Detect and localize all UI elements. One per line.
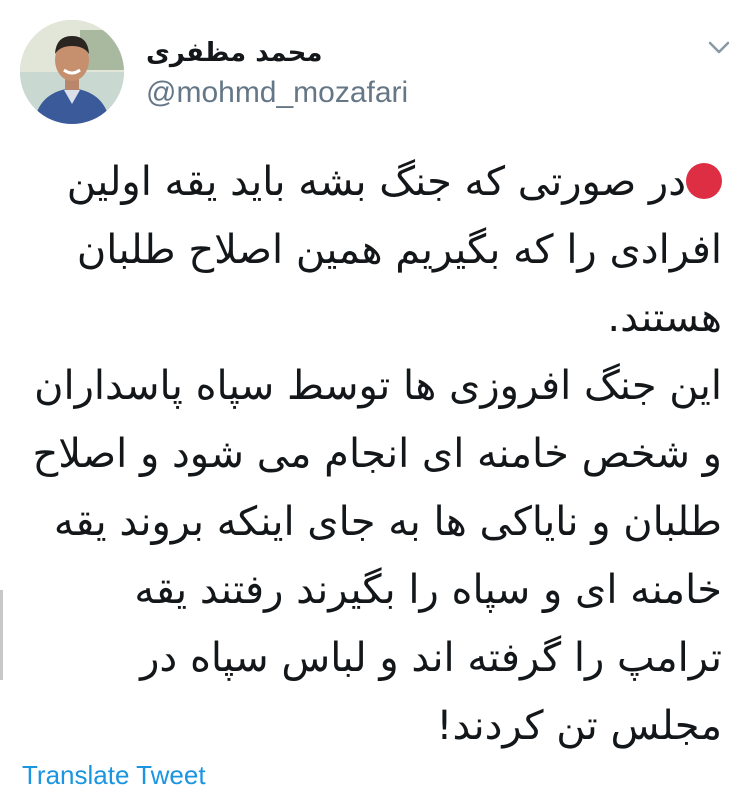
profile-photo-icon	[20, 20, 124, 124]
tweet-text: در صورتی که جنگ بشه باید یقه اولین افراد…	[22, 148, 722, 760]
avatar[interactable]	[20, 20, 124, 124]
author-handle[interactable]: @mohmd_mozafari	[146, 78, 408, 108]
red-circle-icon	[686, 163, 722, 199]
author-name[interactable]: محمد مظفری	[146, 40, 322, 66]
tweet-card: محمد مظفری @mohmd_mozafari در صورتی که ج…	[0, 0, 750, 804]
chevron-down-icon[interactable]	[707, 38, 731, 58]
scroll-indicator	[0, 590, 3, 680]
tweet-text-content: در صورتی که جنگ بشه باید یقه اولین افراد…	[32, 159, 722, 749]
translate-tweet-link[interactable]: Translate Tweet	[22, 762, 206, 788]
